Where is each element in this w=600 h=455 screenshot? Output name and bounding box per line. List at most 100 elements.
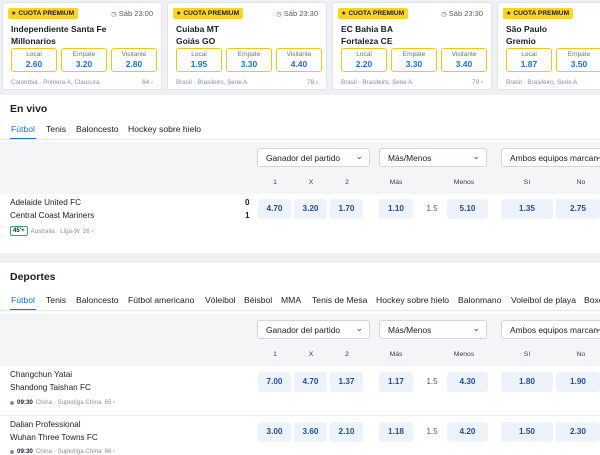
- card-footer: Brasil · Brasileiro, Serie A 79 ›: [341, 79, 483, 86]
- match-meta: 09:30 China · Superliga China 66 ›: [10, 448, 115, 455]
- odd-x-button[interactable]: 4.70: [294, 372, 327, 392]
- score-home: 0: [245, 198, 250, 207]
- live-sport-tabs: Fútbol Tenis Baloncesto Hockey sobre hie…: [0, 120, 600, 140]
- more-markets-link[interactable]: 78 ›: [307, 79, 318, 86]
- more-markets-link[interactable]: 79 ›: [472, 79, 483, 86]
- star-icon: ★: [341, 11, 347, 17]
- chevron-right-icon: ›: [113, 399, 116, 406]
- upcoming-dot-icon: [10, 449, 14, 454]
- market-select-overunder[interactable]: Más/Menos ⌄: [379, 320, 487, 339]
- odd-x-button[interactable]: 3.20: [294, 199, 327, 219]
- premium-badge: ★ CUOTA PREMIUM: [173, 8, 244, 19]
- market-select-btts[interactable]: Ambos equipos marcan⌄: [501, 148, 600, 167]
- card-footer: Brasil · Brasileiro, Serie A: [506, 79, 578, 86]
- market-select-winner[interactable]: Ganador del partido ⌄: [257, 148, 370, 167]
- market-select-row: Ganador del partido ⌄ Más/Menos ⌄ Ambos eq…: [0, 142, 600, 172]
- premium-card[interactable]: ★ CUOTA PREMIUM ◷ Sáb 23:30 Cuiaba MT Goiás…: [167, 2, 327, 90]
- more-markets-link[interactable]: 65 ›: [105, 399, 116, 406]
- odd-away-button[interactable]: Visitante 4.40: [276, 48, 322, 72]
- odd-over-button[interactable]: 1.17: [379, 372, 413, 392]
- sports-tabs: Fútbol Tenis Baloncesto Fútbol americano…: [0, 291, 600, 311]
- team-away: Shandong Taishan FC: [10, 383, 91, 392]
- match-meta: 09:30 China · Superliga China 65 ›: [10, 399, 115, 406]
- odd-under-button[interactable]: 4.20: [447, 422, 488, 442]
- odd-draw-button[interactable]: Empate 3.20: [61, 48, 107, 72]
- odd-no-button[interactable]: 2.75: [556, 199, 600, 219]
- odd-away-button[interactable]: Visitante 2.80: [111, 48, 157, 72]
- tab-tenis[interactable]: Tenis: [46, 295, 66, 305]
- odd-away-button[interactable]: Visitante 3.40: [441, 48, 487, 72]
- more-markets-link[interactable]: 26 ›: [83, 228, 94, 235]
- tab-baloncesto[interactable]: Baloncesto: [76, 124, 119, 134]
- odd-1-button[interactable]: 7.00: [258, 372, 291, 392]
- match-teams: São Paulo Gremio: [506, 24, 548, 46]
- tab-tenis-de-mesa[interactable]: Tenis de Mesa: [312, 295, 367, 305]
- premium-odds: Local 2.60 Empate 3.20 Visitante 2.80: [11, 48, 157, 72]
- tab-boxeo[interactable]: Boxeo: [584, 295, 600, 305]
- tab-baloncesto[interactable]: Baloncesto: [76, 295, 119, 305]
- match-row[interactable]: Changchun Yatai Shandong Taishan FC 09:3…: [0, 366, 600, 416]
- team-away: Central Coast Mariners: [10, 211, 95, 220]
- premium-odds-strip: ★ CUOTA PREMIUM ◷ Sáb 23:00 Independiente …: [0, 0, 600, 92]
- tab-futbol[interactable]: Fútbol: [10, 124, 36, 139]
- market-select-winner[interactable]: Ganador del partido ⌄: [257, 320, 370, 339]
- odd-x-button[interactable]: 3.60: [294, 422, 327, 442]
- tab-hockey[interactable]: Hockey sobre hielo: [376, 295, 449, 305]
- match-row[interactable]: Dalian Professional Wuhan Three Towns FC…: [0, 416, 600, 455]
- more-markets-link[interactable]: 64 ›: [142, 79, 153, 86]
- match-teams: Independiente Santa Fe Millonarios: [11, 24, 107, 46]
- odd-2-button[interactable]: 2.10: [330, 422, 363, 442]
- odd-yes-button[interactable]: 1.80: [501, 372, 553, 392]
- tab-beisbol[interactable]: Béisbol: [244, 295, 272, 305]
- odd-1-button[interactable]: 3.00: [258, 422, 291, 442]
- section-title: En vivo: [10, 103, 48, 115]
- tab-tenis[interactable]: Tenis: [46, 124, 66, 134]
- odd-yes-button[interactable]: 1.35: [501, 199, 553, 219]
- chevron-down-icon: ⌄: [355, 323, 363, 333]
- premium-card[interactable]: ★ CUOTA PREMIUM São Paulo Gremio Local 1.87…: [497, 2, 600, 90]
- odd-draw-button[interactable]: Empate 3.30: [226, 48, 272, 72]
- chevron-right-icon: ›: [480, 79, 483, 86]
- chevron-right-icon: ›: [113, 448, 116, 455]
- more-markets-link[interactable]: 66 ›: [105, 448, 116, 455]
- odd-2-button[interactable]: 1.70: [330, 199, 363, 219]
- odd-under-button[interactable]: 5.10: [447, 199, 488, 219]
- market-select-row: Ganador del partido ⌄ Más/Menos ⌄ Ambos eq…: [0, 314, 600, 344]
- tab-voleibol[interactable]: Vóleibol: [205, 295, 236, 305]
- tab-futbol-americano[interactable]: Fútbol americano: [128, 295, 194, 305]
- premium-card[interactable]: ★ CUOTA PREMIUM ◷ Sáb 23:30 EC Bahia BA For…: [332, 2, 492, 90]
- match-row[interactable]: Adelaide United FC Central Coast Mariner…: [0, 194, 600, 244]
- tab-voleibol-playa[interactable]: Voleibol de playa: [511, 295, 576, 305]
- odd-home-button[interactable]: Local 1.95: [176, 48, 222, 72]
- premium-odds: Local 1.87 Empate 3.50: [506, 48, 600, 72]
- odd-1-button[interactable]: 4.70: [258, 199, 291, 219]
- match-teams: Cuiaba MT Goiás GO: [176, 24, 219, 46]
- tab-futbol[interactable]: Fútbol: [10, 295, 36, 310]
- premium-badge: ★ CUOTA PREMIUM: [503, 8, 574, 19]
- odd-no-button[interactable]: 1.90: [556, 372, 600, 392]
- odd-home-button[interactable]: Local 2.60: [11, 48, 57, 72]
- odd-yes-button[interactable]: 1.50: [501, 422, 553, 442]
- market-select-btts[interactable]: Ambos equipos marcan⌄: [501, 320, 600, 339]
- odd-over-button[interactable]: 1.18: [379, 422, 413, 442]
- odd-draw-button[interactable]: Empate 3.50: [556, 48, 600, 72]
- live-section: En vivo Fútbol Tenis Baloncesto Hockey s…: [0, 95, 600, 253]
- odd-over-button[interactable]: 1.10: [379, 199, 413, 219]
- chevron-down-icon: ⌄: [355, 151, 363, 161]
- tab-balonmano[interactable]: Balonmano: [458, 295, 501, 305]
- odd-2-button[interactable]: 1.37: [330, 372, 363, 392]
- star-icon: ★: [506, 11, 512, 17]
- odd-home-button[interactable]: Local 2.20: [341, 48, 387, 72]
- tab-mma[interactable]: MMA: [281, 295, 301, 305]
- odd-draw-button[interactable]: Empate 3.30: [391, 48, 437, 72]
- odd-no-button[interactable]: 2.30: [556, 422, 600, 442]
- odd-home-button[interactable]: Local 1.87: [506, 48, 552, 72]
- premium-odds: Local 2.20 Empate 3.30 Visitante 3.40: [341, 48, 487, 72]
- match-meta: 45'+ Australia · Liga-W 26 ›: [10, 226, 93, 236]
- market-select-overunder[interactable]: Más/Menos ⌄: [379, 148, 487, 167]
- total-line: 1.5: [426, 377, 438, 386]
- tab-hockey[interactable]: Hockey sobre hielo: [128, 124, 201, 134]
- column-headers: 1 X 2 Más Menos Sí No: [0, 172, 600, 194]
- premium-card[interactable]: ★ CUOTA PREMIUM ◷ Sáb 23:00 Independiente …: [2, 2, 162, 90]
- odd-under-button[interactable]: 4.30: [447, 372, 488, 392]
